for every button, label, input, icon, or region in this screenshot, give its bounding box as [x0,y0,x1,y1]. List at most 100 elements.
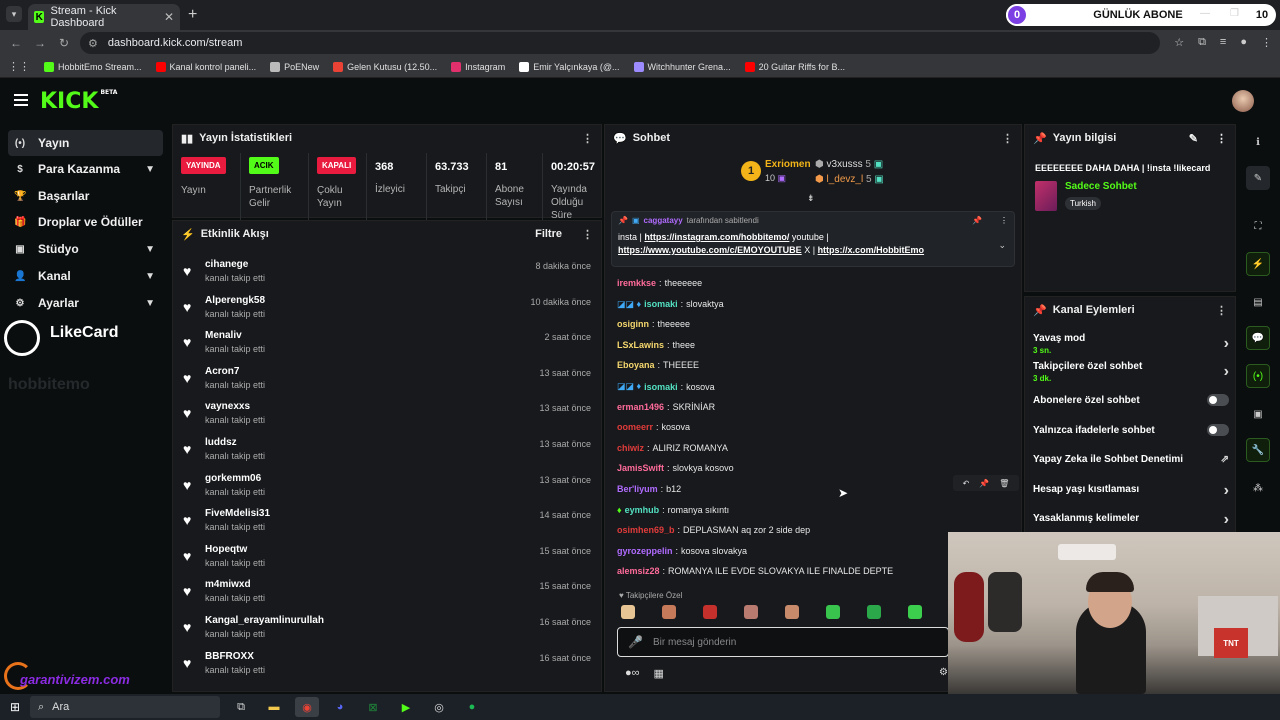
chat-message[interactable]: ◪◪ ♦ isomaki: slovaktya [617,299,724,310]
chat-username[interactable]: iremkkse [617,278,656,288]
emote-icon[interactable] [744,605,758,619]
spotify-icon[interactable]: ● [460,697,484,717]
chat-username[interactable]: gyrozeppelin [617,546,673,556]
chat-message[interactable]: LSxLawins: theee [617,340,695,350]
chat-message[interactable]: iremkkse: theeeeee [617,278,702,288]
bookmark-item[interactable]: HobbitEmo Stream... [44,61,142,72]
activity-username[interactable]: luddsz [205,437,237,448]
edit-icon[interactable]: ✎ [1189,132,1198,145]
chat-username[interactable]: isomaki [644,382,678,392]
bookmark-item[interactable]: 20 Guitar Riffs for B... [744,61,845,72]
streamlabs-icon[interactable]: ▶ [394,697,418,717]
reload-icon[interactable]: ↻ [52,36,76,50]
chat-icon[interactable]: 💬 [1246,326,1270,350]
channel-action-row[interactable]: Abonelere özel sohbet [1033,394,1229,406]
bookmark-item[interactable]: Gelen Kutusu (12.50... [333,61,437,72]
emote-icon[interactable] [662,605,676,619]
external-link-icon[interactable]: ⇗ [1221,454,1229,465]
chat-username[interactable]: Ber'liyum [617,484,658,494]
chrome-icon[interactable]: ◉ [295,697,319,717]
activity-username[interactable]: Alperengk58 [205,295,265,306]
channel-action-row[interactable]: Takipçilere özel sohbet 3 dk. › [1033,361,1229,383]
activity-username[interactable]: Kangal_erayamlinurullah [205,615,324,626]
collapse-arrow-icon[interactable]: ⇟ [807,193,815,204]
activity-username[interactable]: m4miwxd [205,579,251,590]
channel-action-row[interactable]: Hesap yaşı kısıtlaması › [1033,482,1229,499]
chat-username[interactable]: LSxLawins [617,340,664,350]
instagram-link[interactable]: https://instagram.com/hobbitemo/ [644,232,789,242]
sidebar-item[interactable]: $ Para Kazanma ▼ [8,156,163,182]
chat-message[interactable]: ♦ eymhub: romanya sıkıntı [617,505,729,515]
broadcast-rail-icon[interactable]: (•) [1246,364,1270,388]
channel-action-row[interactable]: Yalnızca ifadelerle sohbet [1033,424,1229,436]
sidebar-item[interactable]: 🎁 Droplar ve Ödüller [8,209,163,235]
chat-username[interactable]: Eboyana [617,360,655,370]
bookmark-item[interactable]: Witchhunter Grena... [633,61,731,72]
activity-username[interactable]: Acron7 [205,366,239,377]
obs-icon[interactable]: ◎ [427,697,451,717]
document-icon[interactable]: ▤ [1246,290,1270,314]
wrench-icon[interactable]: 🔧 [1246,438,1270,462]
chat-username[interactable]: alemsiz28 [617,566,660,576]
apps-grid-icon[interactable]: ⋮⋮ [8,60,30,73]
chat-message[interactable]: Ber'liyum: b12 [617,484,681,494]
chevron-down-icon[interactable]: ▼ [145,298,155,309]
expand-pinned-icon[interactable]: ⌄ [998,240,1006,251]
channel-action-row[interactable]: Yavaş mod 3 sn. › [1033,333,1229,355]
sidebar-item[interactable]: 👤 Kanal ▼ [8,263,163,289]
reply-icon[interactable]: ↶ [963,479,970,488]
task-view-icon[interactable]: ⧉ [229,697,253,717]
bookmark-item[interactable]: PoENew [270,61,319,72]
youtube-link[interactable]: https://www.youtube.com/c/EMOYOUTUBE [618,245,802,255]
info-icon[interactable]: ℹ [1246,130,1270,154]
activity-menu-icon[interactable]: ⋮ [582,228,593,241]
activity-username[interactable]: Menaliv [205,330,242,341]
sidebar-item[interactable]: ⚙ Ayarlar ▼ [8,290,163,316]
chat-message[interactable]: oomeerr: kosova [617,422,690,432]
tab-search-icon[interactable]: ▾ [6,6,22,22]
chat-username[interactable]: eymhub [625,505,660,515]
loyalty-points-icon[interactable]: ●∞ [625,667,640,680]
activity-username[interactable]: Hopeqtw [205,544,247,555]
kick-logo[interactable]: KICK BETA [40,89,117,114]
file-explorer-icon[interactable]: ▬ [262,697,286,717]
pin-message-icon[interactable]: 📌 [979,479,989,488]
hamburger-menu-icon[interactable] [14,94,28,106]
chevron-down-icon[interactable]: ▼ [145,164,155,175]
xbox-icon[interactable]: ⊠ [361,697,385,717]
chevron-right-icon[interactable]: › [1224,511,1229,529]
channel-action-row[interactable]: Yasaklanmış kelimeler › [1033,511,1229,528]
chat-username[interactable]: erman1496 [617,402,664,412]
chat-username[interactable]: JamisSwift [617,463,664,473]
emote-icon[interactable] [908,605,922,619]
activity-username[interactable]: vaynexxs [205,401,250,412]
chat-settings-icon[interactable]: ⚙ [939,667,948,678]
fullscreen-icon[interactable]: ⛶ [1246,214,1270,238]
chat-message[interactable]: alemsiz28: ROMANYA ILE EVDE SLOVAKYA ILE … [617,566,893,576]
chat-message[interactable]: osimhen69_b: DEPLASMAN aq zor 2 side dep [617,525,810,535]
chevron-down-icon[interactable]: ▼ [145,271,155,282]
delete-icon[interactable]: 🗑 [999,479,1009,488]
unpin-icon[interactable]: 📌 [972,216,982,225]
activity-username[interactable]: FiveMdelisi31 [205,508,270,519]
chat-input[interactable]: 🎤 Bir mesaj gönderin [617,627,949,657]
media-icon[interactable]: ≡ [1220,36,1226,49]
new-tab-icon[interactable]: + [188,6,197,24]
bookmark-item[interactable]: Instagram [451,61,505,72]
chevron-right-icon[interactable]: › [1224,363,1229,381]
profile-icon[interactable]: ● [1240,36,1247,49]
sidebar-item[interactable]: (•) Yayın [8,130,163,156]
category-name[interactable]: Sadece Sohbet [1065,181,1137,192]
layout-icon[interactable]: ▣ [1246,402,1270,426]
x-link[interactable]: https://x.com/HobbitEmo [818,245,925,255]
chat-username[interactable]: isomaki [644,299,678,309]
close-tab-icon[interactable]: ✕ [164,10,174,24]
chat-username[interactable]: osiginn [617,319,649,329]
edit-layout-icon[interactable]: ✎ [1246,166,1270,190]
maximize-icon[interactable]: ❐ [1230,8,1239,19]
channel-action-row[interactable]: Yapay Zeka ile Sohbet Denetimi ⇗ [1033,454,1229,465]
chevron-right-icon[interactable]: › [1224,482,1229,500]
emote-icon[interactable] [867,605,881,619]
sidebar-item[interactable]: ▣ Stüdyo ▼ [8,236,163,262]
pinned-menu-icon[interactable]: ⋮ [1000,216,1008,225]
